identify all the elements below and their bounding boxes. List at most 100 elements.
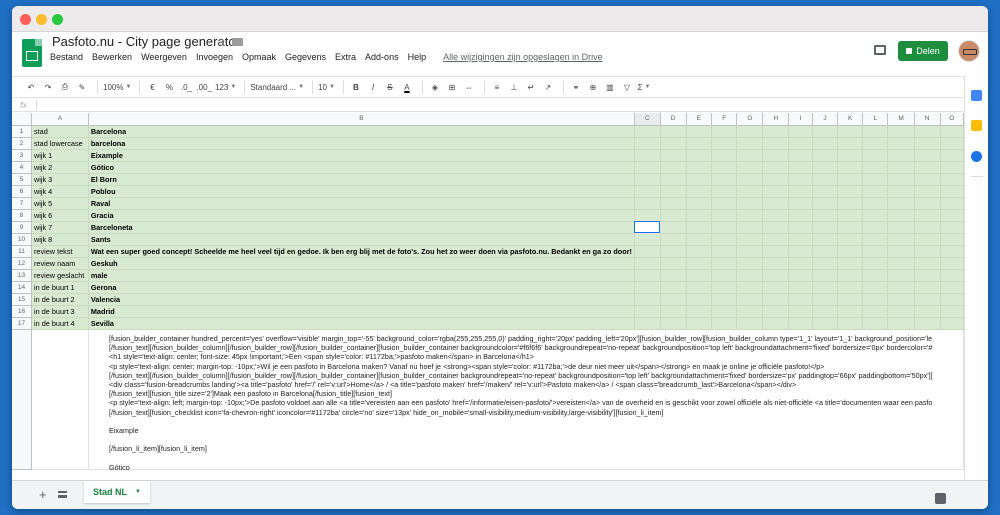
column-header-b[interactable]: B [88,113,635,126]
cell[interactable] [914,173,941,186]
row-header[interactable]: 13 [12,269,32,282]
cell[interactable] [736,197,764,210]
cell[interactable] [736,293,764,306]
column-header-f[interactable]: F [711,113,738,126]
cell[interactable] [736,245,764,258]
cell[interactable] [940,317,964,330]
cell[interactable] [788,245,814,258]
cell[interactable] [862,305,889,318]
cell[interactable] [940,173,964,186]
cell-value[interactable]: Poblou [88,185,635,198]
row-header[interactable]: 14 [12,281,32,294]
percent-button[interactable]: % [162,79,176,95]
cell[interactable] [862,173,889,186]
cell[interactable] [837,233,864,246]
cell[interactable] [31,329,89,470]
insert-chart-icon[interactable]: ▥ [603,79,617,95]
cell[interactable] [711,209,738,222]
cell[interactable] [634,209,661,222]
menu-bestand[interactable]: Bestand [50,52,83,62]
cell-label[interactable]: in de buurt 2 [31,293,89,306]
cell[interactable] [660,137,687,150]
cell[interactable] [837,221,864,234]
cell[interactable] [887,233,915,246]
cell[interactable] [788,269,814,282]
cell[interactable] [862,221,889,234]
cell[interactable] [940,197,964,210]
menu-weergeven[interactable]: Weergeven [141,52,187,62]
cell[interactable] [686,269,713,282]
folder-icon[interactable] [232,38,243,46]
cell[interactable] [940,245,964,258]
select-all-corner[interactable] [12,113,32,126]
cell[interactable] [736,257,764,270]
strikethrough-button[interactable]: S [383,79,397,95]
cell[interactable] [788,149,814,162]
menu-opmaak[interactable]: Opmaak [242,52,276,62]
tasks-icon[interactable] [971,151,982,162]
cell-label[interactable]: stad lowercase [31,137,89,150]
cell[interactable] [736,185,764,198]
cell[interactable] [887,197,915,210]
column-header-a[interactable]: A [31,113,89,126]
cell-value[interactable]: Raval [88,197,635,210]
cell[interactable] [660,221,687,234]
column-header-m[interactable]: M [887,113,915,126]
cell[interactable] [660,293,687,306]
row-header[interactable]: 7 [12,197,32,210]
document-title[interactable]: Pasfoto.nu - City page generator [52,34,240,49]
cell[interactable] [762,197,790,210]
cell-value[interactable]: Geskuh [88,257,635,270]
cell[interactable] [862,233,889,246]
cell[interactable] [862,185,889,198]
cell-label[interactable]: review naam [31,257,89,270]
cell[interactable] [887,149,915,162]
cell[interactable] [812,137,838,150]
zoom-select[interactable]: 100% ▼ [103,79,131,95]
cell-label[interactable]: wijk 5 [31,197,89,210]
cell[interactable] [887,305,915,318]
cell[interactable] [686,221,713,234]
cell-value[interactable]: Eixample [88,149,635,162]
cell[interactable] [660,269,687,282]
text-wrap-icon[interactable]: ↵ [524,79,538,95]
cell[interactable] [711,221,738,234]
cell[interactable] [660,161,687,174]
cell[interactable] [711,197,738,210]
cell[interactable] [736,281,764,294]
close-window-icon[interactable] [20,14,31,25]
cell-label[interactable]: review tekst [31,245,89,258]
cell[interactable] [837,293,864,306]
cell[interactable] [788,125,814,138]
cell[interactable] [837,173,864,186]
cell[interactable] [914,161,941,174]
cell[interactable] [914,209,941,222]
cell[interactable] [812,269,838,282]
cell[interactable] [660,245,687,258]
menu-invoegen[interactable]: Invoegen [196,52,233,62]
cell[interactable] [862,125,889,138]
undo-icon[interactable]: ↶ [24,79,38,95]
cell[interactable] [914,233,941,246]
row-header[interactable]: 11 [12,245,32,258]
menu-bewerken[interactable]: Bewerken [92,52,132,62]
column-header-g[interactable]: G [736,113,764,126]
cell[interactable] [762,269,790,282]
cell[interactable] [686,233,713,246]
keep-icon[interactable] [971,120,982,131]
cell[interactable] [634,293,661,306]
cell-label[interactable]: wijk 3 [31,173,89,186]
explore-icon[interactable] [935,493,946,504]
cell[interactable] [788,317,814,330]
menu-add-ons[interactable]: Add-ons [365,52,399,62]
cell[interactable] [940,281,964,294]
cell-value[interactable]: Gótico [88,161,635,174]
cell[interactable] [837,317,864,330]
cell[interactable] [812,149,838,162]
cell[interactable] [660,173,687,186]
column-header-j[interactable]: J [812,113,838,126]
cell[interactable] [711,185,738,198]
cell[interactable] [887,173,915,186]
redo-icon[interactable]: ↷ [41,79,55,95]
cell[interactable] [862,149,889,162]
